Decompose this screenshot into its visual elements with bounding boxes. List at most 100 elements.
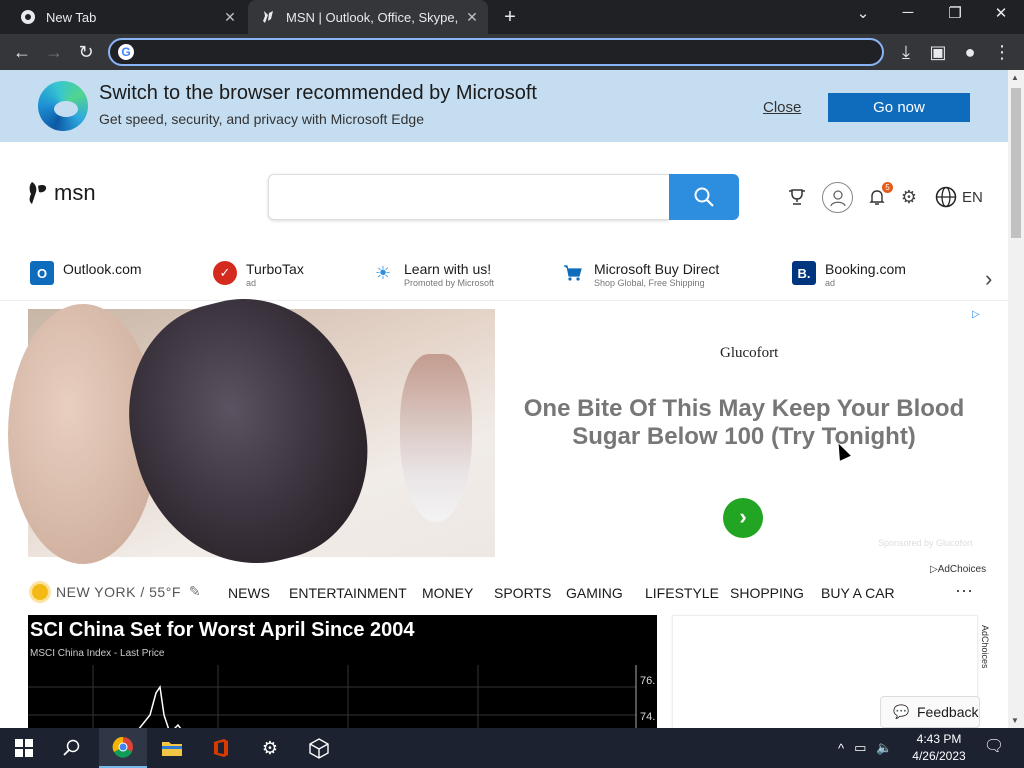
edit-pencil-icon[interactable]: ✎ (189, 583, 201, 600)
quick-links-bar: O Outlook.com ✓ TurboTax ad ☀ Learn with … (0, 253, 1008, 301)
sun-icon (32, 583, 48, 600)
search-button[interactable] (669, 174, 739, 220)
close-tab-icon[interactable]: ✕ (462, 9, 482, 26)
sponsored-ad-card[interactable]: Glucofort One Bite Of This May Keep Your… (8, 275, 980, 588)
page-scrollbar[interactable]: ▲ ▼ (1008, 70, 1024, 728)
lightbulb-icon: ☀ (374, 262, 392, 283)
search-icon[interactable] (48, 728, 96, 768)
nav-entertainment[interactable]: ENTERTAINMENT (289, 585, 407, 601)
chrome-taskbar-icon[interactable] (99, 728, 147, 768)
address-input[interactable] (142, 43, 862, 61)
profile-icon[interactable]: ● (957, 39, 983, 65)
forward-icon[interactable]: → (41, 39, 67, 65)
msn-logo[interactable]: msn (28, 180, 96, 206)
taskbar-clock[interactable]: 4:43 PM 4/26/2023 (906, 731, 972, 765)
banner-close-link[interactable]: Close (763, 99, 801, 116)
feedback-icon: 💬 (893, 704, 910, 719)
ad-sponsor-text: Sponsored by Glucofort (878, 538, 973, 548)
more-options-icon[interactable]: ··· (955, 580, 973, 601)
file-explorer-icon[interactable] (148, 728, 196, 768)
msn-logo-text: msn (54, 180, 96, 205)
quicklink-sub: Promoted by Microsoft (404, 278, 495, 288)
new-tab-button[interactable]: + (500, 6, 520, 28)
nav-buy-a-car[interactable]: BUY A CAR (821, 585, 895, 601)
language-selector[interactable]: EN (962, 189, 983, 206)
edge-logo-icon (38, 81, 88, 131)
address-bar[interactable]: G (108, 38, 884, 66)
adchoices-link[interactable]: ▷AdChoices (930, 564, 986, 575)
quicklink-learn[interactable]: ☀ Learn with us! Promoted by Microsoft (371, 261, 494, 289)
quicklink-booking[interactable]: B. Booking.com ad (792, 261, 906, 289)
clock-date: 4/26/2023 (912, 749, 966, 763)
ad-go-arrow-icon[interactable]: › (723, 498, 763, 538)
system-tray: ^ ▭ 🔈 (838, 728, 893, 768)
nav-sports[interactable]: SPORTS (494, 585, 551, 601)
category-nav: NEW YORK / 55°F ✎ NEWS ENTERTAINMENT MON… (0, 578, 1008, 608)
nav-gaming[interactable]: GAMING (566, 585, 623, 601)
side-panel-icon[interactable]: ▣ (925, 39, 951, 65)
reload-icon[interactable]: ↻ (73, 39, 99, 65)
scroll-up-icon[interactable]: ▲ (1011, 73, 1019, 82)
quicklink-turbotax[interactable]: ✓ TurboTax ad (213, 261, 304, 289)
chevron-up-icon[interactable]: ^ (838, 741, 844, 756)
news-axis-label: 76. (640, 675, 656, 687)
start-windows-icon[interactable] (0, 728, 48, 768)
nav-shopping[interactable]: SHOPPING (730, 585, 804, 601)
web-search-input[interactable] (268, 174, 669, 220)
ad-info-icon[interactable]: ▷ (972, 309, 980, 320)
side-adchoices-link[interactable]: AdChoices (980, 625, 990, 669)
tab-new-tab[interactable]: New Tab ✕ (10, 0, 246, 34)
google-icon: G (118, 44, 134, 60)
quicklink-label: Microsoft Buy Direct (594, 261, 720, 277)
feedback-button[interactable]: 💬 Feedback (880, 696, 980, 728)
ad-headline[interactable]: One Bite Of This May Keep Your Blood Sug… (514, 395, 974, 451)
quicklink-outlook[interactable]: O Outlook.com (30, 261, 142, 285)
news-chart-lines (28, 665, 637, 728)
nav-lifestyle[interactable]: LIFESTYLE (645, 585, 719, 601)
network-icon[interactable]: ▭ (854, 740, 866, 756)
chevron-right-icon[interactable]: › (985, 266, 992, 292)
globe-icon[interactable] (933, 183, 959, 211)
scroll-down-icon[interactable]: ▼ (1011, 716, 1019, 725)
adchoices-label: AdChoices (937, 564, 987, 575)
download-icon[interactable]: ⤓ (893, 39, 919, 65)
page-viewport: Switch to the browser recommended by Mic… (0, 70, 1008, 728)
weather-location: NEW YORK / 55°F (56, 583, 181, 600)
banner-title: Switch to the browser recommended by Mic… (99, 82, 537, 104)
tab-title: New Tab (46, 9, 97, 25)
nav-money[interactable]: MONEY (422, 585, 473, 601)
rewards-trophy-icon[interactable] (784, 183, 810, 211)
settings-gear-icon[interactable]: ⚙ (246, 728, 294, 768)
menu-icon[interactable]: ⋮ (989, 39, 1015, 65)
edge-promo-banner: Switch to the browser recommended by Mic… (0, 70, 1008, 142)
browser-toolbar: ← → ↻ G ⤓ ▣ ● ⋮ (0, 34, 1024, 70)
nav-news[interactable]: NEWS (228, 585, 270, 601)
scrollbar-thumb[interactable] (1011, 88, 1021, 238)
close-tab-icon[interactable]: ✕ (220, 9, 240, 26)
settings-gear-icon[interactable]: ⚙ (896, 183, 922, 211)
close-window-icon[interactable]: ✕ (986, 4, 1016, 22)
msn-butterfly-icon (29, 182, 47, 204)
turbotax-icon: ✓ (213, 261, 237, 285)
msn-icon (260, 9, 276, 25)
action-center-icon[interactable]: 🗨 (982, 736, 1006, 760)
3d-viewer-icon[interactable] (295, 728, 343, 768)
quicklink-sub: ad (825, 278, 836, 288)
restore-icon[interactable]: ❐ (940, 4, 970, 22)
sign-in-avatar-icon[interactable] (822, 182, 853, 213)
minimize-icon[interactable]: ─ (893, 4, 923, 21)
raisin-shape (104, 275, 392, 588)
quicklink-buy-direct[interactable]: Microsoft Buy Direct Shop Global, Free Sh… (561, 261, 719, 289)
go-now-button[interactable]: Go now (828, 93, 970, 122)
banner-subtitle: Get speed, security, and privacy with Mi… (99, 111, 424, 127)
quicklink-label: Outlook.com (63, 261, 142, 277)
notification-count-badge: 5 (882, 182, 893, 193)
back-icon[interactable]: ← (9, 39, 35, 65)
news-card[interactable]: SCI China Set for Worst April Since 2004… (28, 615, 657, 728)
office-icon[interactable] (197, 728, 245, 768)
weather-widget[interactable]: NEW YORK / 55°F ✎ (32, 583, 201, 600)
tab-msn[interactable]: MSN | Outlook, Office, Skype, Bing ✕ (248, 0, 488, 34)
tab-search-icon[interactable]: ⌄ (848, 4, 878, 22)
volume-icon[interactable]: 🔈 (876, 740, 892, 756)
outlook-icon: O (30, 261, 54, 285)
